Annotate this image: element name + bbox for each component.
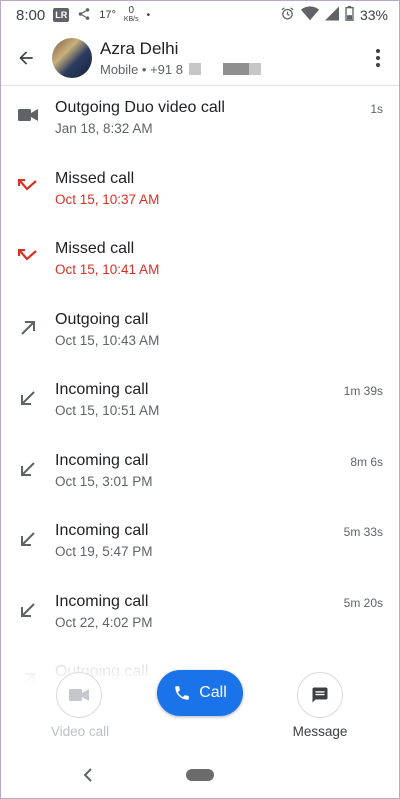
call-time: Oct 15, 10:41 AM bbox=[55, 262, 160, 277]
share-icon bbox=[77, 7, 91, 24]
battery-icon bbox=[345, 6, 354, 24]
call-type: Incoming call bbox=[55, 522, 149, 539]
call-duration bbox=[383, 169, 400, 173]
call-type: Incoming call bbox=[55, 381, 149, 398]
call-duration bbox=[383, 310, 400, 314]
call-entry[interactable]: Outgoing call Oct 15, 10:43 AM bbox=[0, 298, 400, 369]
action-bar: Video call Call Message bbox=[0, 662, 400, 752]
call-type: Missed call bbox=[55, 240, 135, 257]
call-button[interactable]: Call bbox=[157, 670, 243, 716]
signal-icon bbox=[324, 6, 339, 24]
redacted-block bbox=[248, 63, 261, 75]
call-time: Oct 22, 4:02 PM bbox=[55, 614, 153, 630]
call-duration: 1s bbox=[370, 102, 383, 116]
videocam-icon bbox=[69, 689, 89, 701]
lr-app-icon: LR bbox=[53, 8, 70, 22]
more-vert-icon bbox=[376, 48, 380, 67]
wifi-icon bbox=[300, 6, 319, 24]
outgoing-call-icon bbox=[20, 320, 35, 335]
call-time: Oct 15, 10:51 AM bbox=[55, 403, 160, 418]
message-label: Message bbox=[292, 724, 348, 739]
call-entry[interactable]: Incoming call Oct 22, 4:02 PM 5m 20s bbox=[0, 580, 400, 651]
more-options-button[interactable] bbox=[356, 30, 400, 86]
status-time: 8:00 bbox=[16, 6, 46, 24]
notification-dot: • bbox=[146, 9, 151, 21]
call-entry[interactable]: Incoming call Oct 15, 10:51 AM 1m 39s bbox=[0, 368, 400, 439]
missed-call-icon bbox=[17, 249, 37, 261]
call-type: Incoming call bbox=[55, 592, 149, 610]
nav-back-button[interactable] bbox=[80, 766, 96, 784]
call-entry[interactable]: Incoming call Oct 15, 3:01 PM 8m 6s bbox=[0, 439, 400, 510]
call-type: Outgoing call bbox=[55, 310, 149, 328]
call-entry[interactable]: Incoming call Oct 19, 5:47 PM 5m 33s bbox=[0, 509, 400, 580]
contact-header: Azra Delhi Mobile • +91 8 bbox=[0, 30, 400, 86]
call-time: Oct 15, 10:37 AM bbox=[55, 191, 160, 207]
call-history-list[interactable]: Outgoing Duo video call Jan 18, 8:32 AM … bbox=[0, 86, 400, 721]
call-time: Oct 15, 3:01 PM bbox=[55, 473, 153, 489]
temperature: 17° bbox=[99, 9, 116, 21]
alarm-icon bbox=[280, 6, 295, 24]
battery-percent: 33% bbox=[359, 7, 388, 23]
videocam-icon bbox=[17, 109, 38, 121]
call-type: Missed call bbox=[55, 169, 135, 187]
call-time: Oct 19, 5:47 PM bbox=[55, 544, 153, 559]
phone-icon bbox=[175, 686, 189, 700]
network-speed: 0 KB/s bbox=[123, 5, 139, 24]
call-duration: 5m 20s bbox=[343, 595, 383, 610]
message-icon bbox=[312, 687, 328, 703]
call-time: Oct 15, 10:43 AM bbox=[55, 332, 160, 348]
video-call-button[interactable] bbox=[56, 672, 102, 718]
chevron-left-icon bbox=[83, 768, 92, 782]
nav-home-pill[interactable] bbox=[186, 769, 214, 781]
contact-number: Mobile • +91 8 bbox=[100, 62, 261, 77]
call-entry[interactable]: Missed call Oct 15, 10:41 AM bbox=[0, 227, 400, 298]
call-duration: 1m 39s bbox=[343, 384, 383, 398]
call-duration bbox=[383, 239, 400, 243]
contact-info: Azra Delhi Mobile • +91 8 bbox=[100, 39, 261, 77]
call-duration: 5m 33s bbox=[343, 525, 383, 539]
message-button[interactable] bbox=[297, 672, 343, 718]
navigation-bar bbox=[0, 752, 400, 799]
contact-name: Azra Delhi bbox=[100, 38, 179, 58]
redacted-block bbox=[188, 63, 201, 75]
incoming-call-icon bbox=[20, 532, 35, 546]
call-entry[interactable]: Missed call Oct 15, 10:37 AM bbox=[0, 157, 400, 228]
call-button-label: Call bbox=[199, 684, 227, 701]
status-bar: 8:00 LR 17° 0 KB/s • 33% bbox=[0, 0, 400, 30]
redacted-block bbox=[222, 63, 249, 75]
arrow-back-icon bbox=[19, 50, 33, 65]
avatar[interactable] bbox=[52, 37, 92, 78]
missed-call-icon bbox=[17, 178, 37, 191]
incoming-call-icon bbox=[20, 391, 35, 405]
back-button[interactable] bbox=[0, 30, 52, 86]
call-duration: 8m 6s bbox=[350, 454, 383, 469]
call-entry[interactable]: Outgoing Duo video call Jan 18, 8:32 AM … bbox=[0, 86, 400, 157]
call-type: Outgoing Duo video call bbox=[55, 99, 225, 116]
incoming-call-icon bbox=[20, 602, 35, 617]
incoming-call-icon bbox=[20, 461, 35, 476]
call-time: Jan 18, 8:32 AM bbox=[55, 121, 153, 136]
call-type: Incoming call bbox=[55, 451, 149, 469]
video-call-label: Video call bbox=[50, 724, 110, 739]
